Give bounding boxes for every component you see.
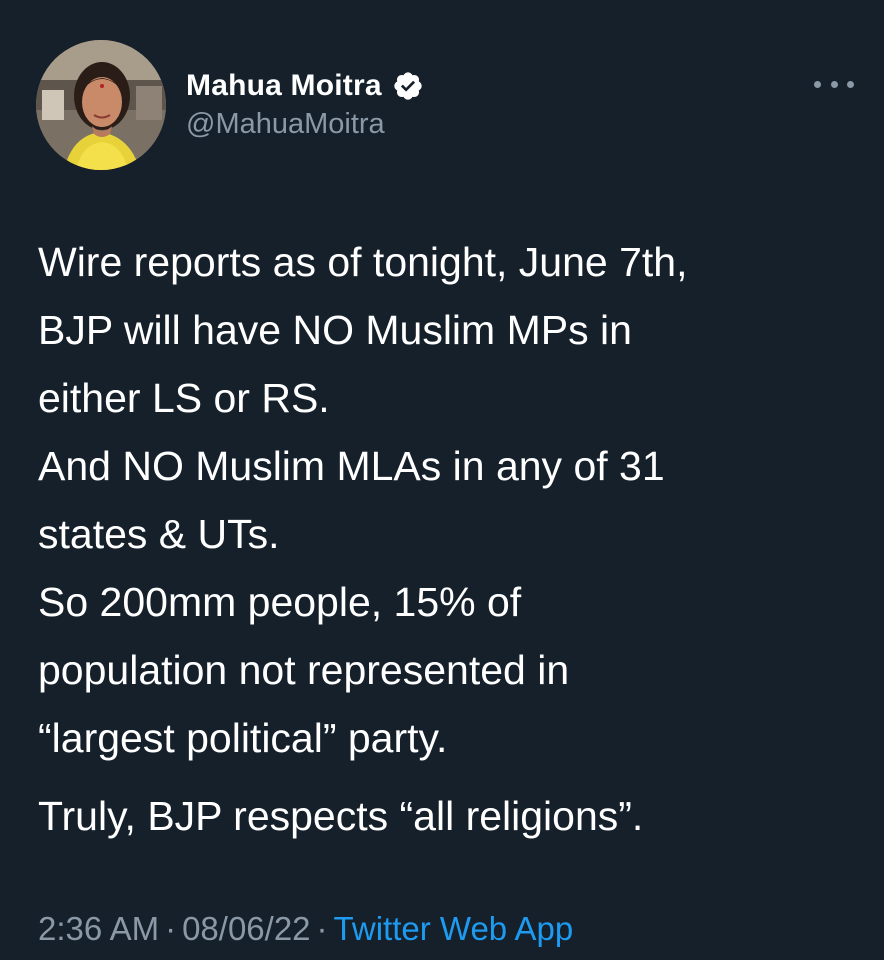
tweet-metadata: 2:36 AM · 08/06/22 · Twitter Web App xyxy=(38,910,573,948)
avatar-image xyxy=(36,40,166,170)
tweet-line: “largest political” party. xyxy=(38,715,448,761)
author-display-name[interactable]: Mahua Moitra xyxy=(186,69,382,103)
more-dot xyxy=(847,80,854,88)
tweet-line: And NO Muslim MLAs in any of 31 xyxy=(38,443,665,489)
tweet-card: Mahua Moitra @MahuaMoitra Wire reports a… xyxy=(0,0,884,960)
tweet-line: states & UTs. xyxy=(38,511,280,557)
verified-badge-icon xyxy=(392,70,424,102)
meta-separator: · xyxy=(316,910,328,947)
author-name-row[interactable]: Mahua Moitra xyxy=(186,66,424,106)
more-options-icon[interactable] xyxy=(814,74,854,94)
tweet-text: Wire reports as of tonight, June 7th, BJ… xyxy=(38,228,858,850)
author-handle[interactable]: @MahuaMoitra xyxy=(186,108,385,141)
tweet-line: Wire reports as of tonight, June 7th, xyxy=(38,239,688,285)
tweet-line: population not represented in xyxy=(38,647,570,693)
more-dot xyxy=(830,80,838,88)
tweet-line: either LS or RS. xyxy=(38,375,330,421)
tweet-line: BJP will have NO Muslim MPs in xyxy=(38,307,632,353)
meta-separator: · xyxy=(165,910,177,947)
tweet-closing-line: Truly, BJP respects “all religions”. xyxy=(38,793,644,839)
more-dot xyxy=(814,80,821,88)
tweet-source-link[interactable]: Twitter Web App xyxy=(334,910,574,947)
avatar[interactable] xyxy=(36,40,166,170)
tweet-line: So 200mm people, 15% of xyxy=(38,579,522,625)
tweet-time[interactable]: 2:36 AM xyxy=(38,910,159,947)
tweet-date[interactable]: 08/06/22 xyxy=(182,910,310,947)
